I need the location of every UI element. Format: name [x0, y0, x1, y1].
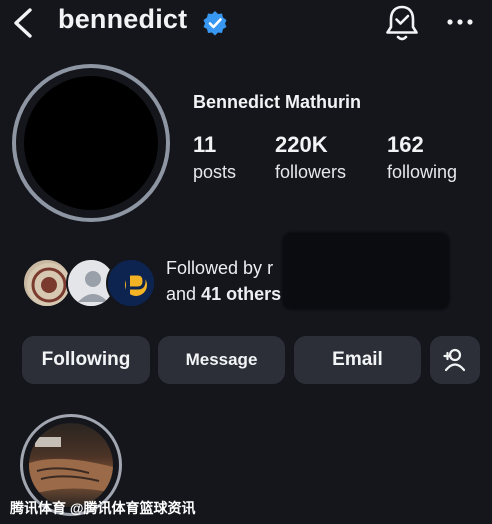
stat-following[interactable]: 162 following — [387, 132, 457, 183]
stat-followers-label: followers — [275, 162, 347, 182]
tattoo-photo-icon — [29, 437, 113, 495]
stat-posts-label: posts — [193, 162, 237, 182]
message-button[interactable]: Message — [158, 336, 285, 384]
following-button[interactable]: Following — [22, 336, 150, 384]
back-arrow-icon[interactable] — [8, 6, 42, 40]
followed-by-and: and — [166, 284, 197, 304]
message-button-label: Message — [185, 350, 258, 369]
profile-avatar[interactable] — [12, 64, 170, 222]
stat-following-value: 162 — [387, 132, 424, 157]
verified-badge-icon — [203, 11, 227, 36]
followed-by-prefix: Followed by — [166, 258, 263, 278]
redaction-overlay — [282, 232, 450, 310]
story-highlight-cover — [29, 423, 113, 507]
following-button-label: Following — [41, 349, 131, 370]
email-button[interactable]: Email — [294, 336, 421, 384]
stat-followers-value: 220K — [275, 132, 328, 157]
followed-by-text[interactable]: Followed by r — [166, 258, 273, 279]
watermark-text: 腾讯体育 @腾讯体育篮球资讯 — [10, 500, 196, 516]
stat-posts-value: 11 — [193, 132, 217, 157]
stat-followers[interactable]: 220K followers — [275, 132, 346, 183]
profile-full-name: Bennedict Mathurin — [193, 92, 362, 112]
suggested-users-button[interactable] — [430, 336, 480, 384]
profile-username: bennedict — [58, 4, 188, 34]
mutual-avatar — [106, 258, 156, 308]
stat-following-label: following — [387, 162, 458, 182]
pacers-logo-icon — [108, 260, 154, 306]
badge-logo-icon — [27, 263, 70, 306]
stat-posts[interactable]: 11 posts — [193, 132, 236, 183]
followed-by-others[interactable]: and 41 others — [166, 284, 281, 305]
more-options-icon[interactable] — [444, 12, 476, 32]
mutual-avatar — [22, 258, 72, 308]
followed-by-name: r — [267, 258, 274, 278]
notification-bell-icon[interactable] — [384, 4, 420, 42]
followed-by-others-count: 41 others — [201, 284, 282, 304]
email-button-label: Email — [332, 349, 383, 370]
avatar-image — [24, 76, 158, 210]
mutual-followers-avatars[interactable] — [22, 254, 162, 314]
add-user-icon — [443, 348, 466, 372]
